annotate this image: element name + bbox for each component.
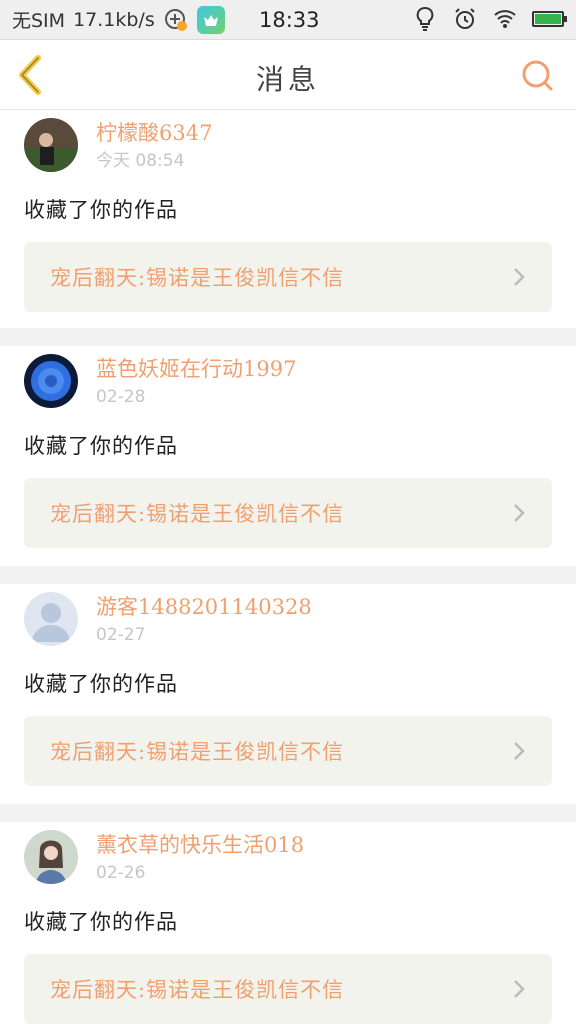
status-left: 无SIM 17.1kb/s — [12, 5, 225, 34]
message-time: 02-28 — [96, 387, 146, 407]
work-link[interactable]: 宠后翻天:锡诺是王俊凯信不信 — [24, 716, 552, 786]
work-link[interactable]: 宠后翻天:锡诺是王俊凯信不信 — [24, 478, 552, 548]
username[interactable]: 柠檬酸6347 — [96, 120, 212, 146]
user-info: 薰衣草的快乐生活018 02-26 — [96, 830, 304, 884]
message-time: 02-26 — [96, 863, 146, 883]
chevron-right-icon — [514, 742, 525, 760]
network-speed: 17.1kb/s — [73, 8, 155, 31]
wifi-icon — [492, 6, 518, 32]
page-title: 消息 — [255, 63, 320, 96]
work-link[interactable]: 宠后翻天:锡诺是王俊凯信不信 — [24, 954, 552, 1024]
message-card: 薰衣草的快乐生活018 02-26 收藏了你的作品 宠后翻天:锡诺是王俊凯信不信 — [0, 822, 576, 1024]
work-title: 宠后翻天:锡诺是王俊凯信不信 — [50, 502, 345, 526]
action-text: 收藏了你的作品 — [24, 910, 178, 934]
alarm-icon — [452, 6, 478, 32]
avatar[interactable] — [24, 592, 78, 646]
user-row[interactable]: 游客1488201140328 02-27 — [24, 592, 552, 646]
username[interactable]: 薰衣草的快乐生活018 — [96, 832, 304, 858]
user-row[interactable]: 蓝色妖姬在行动1997 02-28 — [24, 354, 552, 408]
add-circle-icon — [163, 7, 189, 33]
action-text: 收藏了你的作品 — [24, 198, 178, 222]
divider — [0, 804, 576, 822]
username[interactable]: 蓝色妖姬在行动1997 — [96, 356, 296, 382]
message-list[interactable]: 柠檬酸6347 今天 08:54 收藏了你的作品 宠后翻天:锡诺是王俊凯信不信 … — [0, 110, 576, 1024]
action-text: 收藏了你的作品 — [24, 434, 178, 458]
avatar[interactable] — [24, 830, 78, 884]
message-time: 02-27 — [96, 625, 146, 645]
bulb-icon — [412, 6, 438, 32]
header: 消息 — [0, 40, 576, 110]
action-text: 收藏了你的作品 — [24, 672, 178, 696]
app-store-icon — [196, 5, 225, 34]
battery-icon — [532, 11, 567, 27]
carrier-label: 无SIM — [12, 10, 66, 32]
user-info: 柠檬酸6347 今天 08:54 — [96, 118, 212, 172]
search-button[interactable] — [520, 58, 554, 92]
message-card: 游客1488201140328 02-27 收藏了你的作品 宠后翻天:锡诺是王俊… — [0, 584, 576, 804]
username[interactable]: 游客1488201140328 — [96, 594, 312, 620]
message-time: 今天 08:54 — [96, 151, 185, 171]
status-right — [412, 6, 567, 32]
chevron-right-icon — [514, 268, 525, 286]
message-card: 蓝色妖姬在行动1997 02-28 收藏了你的作品 宠后翻天:锡诺是王俊凯信不信 — [0, 346, 576, 566]
divider — [0, 566, 576, 584]
user-info: 游客1488201140328 02-27 — [96, 592, 312, 646]
chevron-right-icon — [514, 504, 525, 522]
message-card: 柠檬酸6347 今天 08:54 收藏了你的作品 宠后翻天:锡诺是王俊凯信不信 — [0, 110, 576, 328]
work-title: 宠后翻天:锡诺是王俊凯信不信 — [50, 740, 345, 764]
avatar[interactable] — [24, 354, 78, 408]
chevron-right-icon — [514, 980, 525, 998]
clock: 18:33 — [259, 8, 320, 32]
user-row[interactable]: 薰衣草的快乐生活018 02-26 — [24, 830, 552, 884]
work-title: 宠后翻天:锡诺是王俊凯信不信 — [50, 978, 345, 1002]
divider — [0, 328, 576, 346]
search-icon — [522, 60, 553, 91]
work-link[interactable]: 宠后翻天:锡诺是王俊凯信不信 — [24, 242, 552, 312]
status-bar: 无SIM 17.1kb/s 18:33 — [0, 0, 576, 40]
user-row[interactable]: 柠檬酸6347 今天 08:54 — [24, 118, 552, 172]
user-info: 蓝色妖姬在行动1997 02-28 — [96, 354, 296, 408]
work-title: 宠后翻天:锡诺是王俊凯信不信 — [50, 266, 345, 290]
avatar[interactable] — [24, 118, 78, 172]
